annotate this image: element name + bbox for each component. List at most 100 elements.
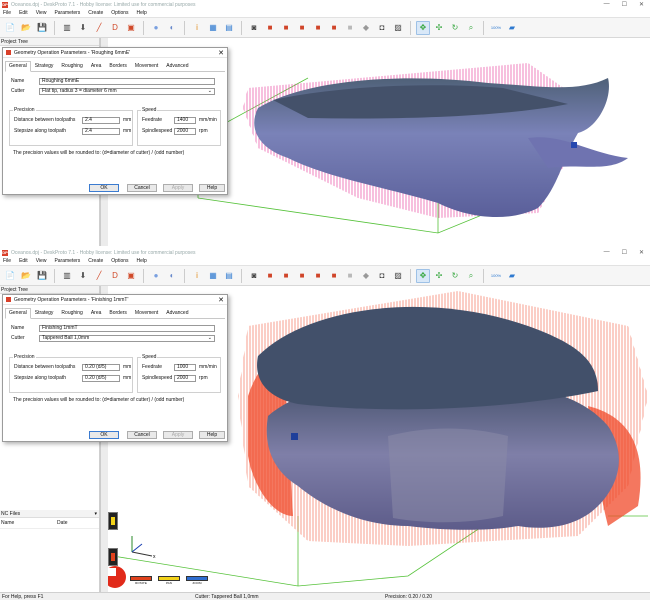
view-top-icon[interactable]: ■: [327, 21, 341, 35]
stepsize-input[interactable]: 0.20 (d/5): [82, 375, 120, 382]
minimize-icon[interactable]: —: [604, 1, 610, 8]
book-icon[interactable]: ▰: [505, 269, 519, 283]
feedrate-input[interactable]: 1000: [174, 364, 196, 371]
help-button[interactable]: Help: [199, 431, 225, 439]
render-icon[interactable]: ●: [149, 21, 163, 35]
minimize-icon[interactable]: —: [604, 249, 610, 256]
view-top-icon[interactable]: ■: [327, 269, 341, 283]
cancel-button[interactable]: Cancel: [127, 431, 157, 439]
tab-general[interactable]: General: [5, 61, 31, 72]
view-back-icon[interactable]: ■: [279, 269, 293, 283]
menu-create[interactable]: Create: [88, 258, 103, 264]
tab-advanced[interactable]: Advanced: [162, 61, 192, 71]
simulate-icon[interactable]: ◐: [165, 269, 179, 283]
menu-options[interactable]: Options: [111, 258, 128, 264]
save-icon[interactable]: 💾: [35, 269, 49, 283]
cutter-icon[interactable]: ╱: [92, 269, 106, 283]
new-icon[interactable]: 📄: [3, 269, 17, 283]
rotate-button[interactable]: ROTATE: [130, 576, 152, 585]
menu-file[interactable]: File: [3, 10, 11, 16]
tab-roughing[interactable]: Roughing: [57, 61, 86, 71]
chevron-down-icon[interactable]: ▾: [94, 511, 97, 517]
menu-help[interactable]: Help: [137, 10, 147, 16]
view-right-icon[interactable]: ■: [311, 269, 325, 283]
menu-view[interactable]: View: [36, 258, 47, 264]
view-iso-icon[interactable]: ◆: [359, 21, 373, 35]
menu-parameters[interactable]: Parameters: [54, 10, 80, 16]
apply-button[interactable]: Apply: [163, 184, 193, 192]
design-icon[interactable]: D: [108, 21, 122, 35]
zoom-100-icon[interactable]: 100%: [489, 269, 503, 283]
menu-options[interactable]: Options: [111, 10, 128, 16]
info-icon[interactable]: i: [190, 269, 204, 283]
close-icon[interactable]: ✕: [639, 1, 644, 8]
zoom-icon[interactable]: ⌕: [464, 269, 478, 283]
close-icon[interactable]: ✕: [639, 249, 644, 256]
tab-strategy[interactable]: Strategy: [31, 61, 58, 71]
photo-icon[interactable]: ◘: [375, 269, 389, 283]
menu-help[interactable]: Help: [137, 258, 147, 264]
save-nc-icon[interactable]: ▣: [124, 21, 138, 35]
zoom-icon[interactable]: ⌕: [464, 21, 478, 35]
distance-input[interactable]: 2.4: [82, 117, 120, 124]
spindle-input[interactable]: 2000: [174, 128, 196, 135]
tab-area[interactable]: Area: [87, 308, 106, 318]
apply-button[interactable]: Apply: [163, 431, 193, 439]
render-icon[interactable]: ●: [149, 269, 163, 283]
operation-icon[interactable]: ▥: [60, 21, 74, 35]
distance-input[interactable]: 0.20 (d/5): [82, 364, 120, 371]
info-icon[interactable]: i: [190, 21, 204, 35]
camera-icon[interactable]: ◙: [247, 21, 261, 35]
view-front-icon[interactable]: ■: [263, 269, 277, 283]
menu-create[interactable]: Create: [88, 10, 103, 16]
view-back-icon[interactable]: ■: [279, 21, 293, 35]
view-front-icon[interactable]: ■: [263, 21, 277, 35]
menu-edit[interactable]: Edit: [19, 10, 28, 16]
import-icon[interactable]: ⬇: [76, 21, 90, 35]
dialog-close-icon[interactable]: ✕: [215, 49, 227, 57]
zoom-button[interactable]: ZOOM: [186, 576, 208, 585]
design-icon[interactable]: D: [108, 269, 122, 283]
pan-icon[interactable]: ✣: [432, 21, 446, 35]
tab-area[interactable]: Area: [87, 61, 106, 71]
new-icon[interactable]: 📄: [3, 21, 17, 35]
save-icon[interactable]: 💾: [35, 21, 49, 35]
help-button[interactable]: Help: [199, 184, 225, 192]
tab-advanced[interactable]: Advanced: [162, 308, 192, 318]
nc-col-date[interactable]: Date: [57, 520, 68, 526]
zoom-100-icon[interactable]: 100%: [489, 21, 503, 35]
ok-button[interactable]: OK: [89, 184, 119, 192]
menu-view[interactable]: View: [36, 10, 47, 16]
simulate-icon[interactable]: ◐: [165, 21, 179, 35]
clear-icon[interactable]: ▨: [391, 269, 405, 283]
view-left-icon[interactable]: ■: [295, 269, 309, 283]
tab-borders[interactable]: Borders: [105, 308, 131, 318]
tab-strategy[interactable]: Strategy: [31, 308, 58, 318]
pan-icon[interactable]: ✣: [432, 269, 446, 283]
zoom-slider-icon[interactable]: [108, 512, 118, 530]
name-input[interactable]: Roughing 6mmE: [39, 77, 215, 85]
menu-parameters[interactable]: Parameters: [54, 258, 80, 264]
rotate-icon[interactable]: ↻: [448, 269, 462, 283]
view-left-icon[interactable]: ■: [295, 21, 309, 35]
menu-edit[interactable]: Edit: [19, 258, 28, 264]
cancel-button[interactable]: Cancel: [127, 184, 157, 192]
dialog-close-icon[interactable]: ✕: [215, 296, 227, 304]
tab-movement[interactable]: Movement: [131, 308, 162, 318]
move-icon[interactable]: ✥: [416, 20, 430, 35]
menu-file[interactable]: File: [3, 258, 11, 264]
grid-icon[interactable]: ▦: [206, 269, 220, 283]
operation-icon[interactable]: ▥: [60, 269, 74, 283]
tab-movement[interactable]: Movement: [131, 61, 162, 71]
move-icon[interactable]: ✥: [416, 268, 430, 283]
rotate-icon[interactable]: ↻: [448, 21, 462, 35]
cutter-select[interactable]: Tappered Ball 1,0mm ⌄: [39, 334, 215, 342]
book-icon[interactable]: ▰: [505, 21, 519, 35]
feedrate-input[interactable]: 1400: [174, 117, 196, 124]
pan-button[interactable]: PAN: [158, 576, 180, 585]
rotate-slider-icon[interactable]: [108, 548, 118, 566]
open-icon[interactable]: 📂: [19, 21, 33, 35]
cutter-icon[interactable]: ╱: [92, 21, 106, 35]
view-bottom-icon[interactable]: ■: [343, 269, 357, 283]
maximize-icon[interactable]: ☐: [622, 1, 627, 8]
